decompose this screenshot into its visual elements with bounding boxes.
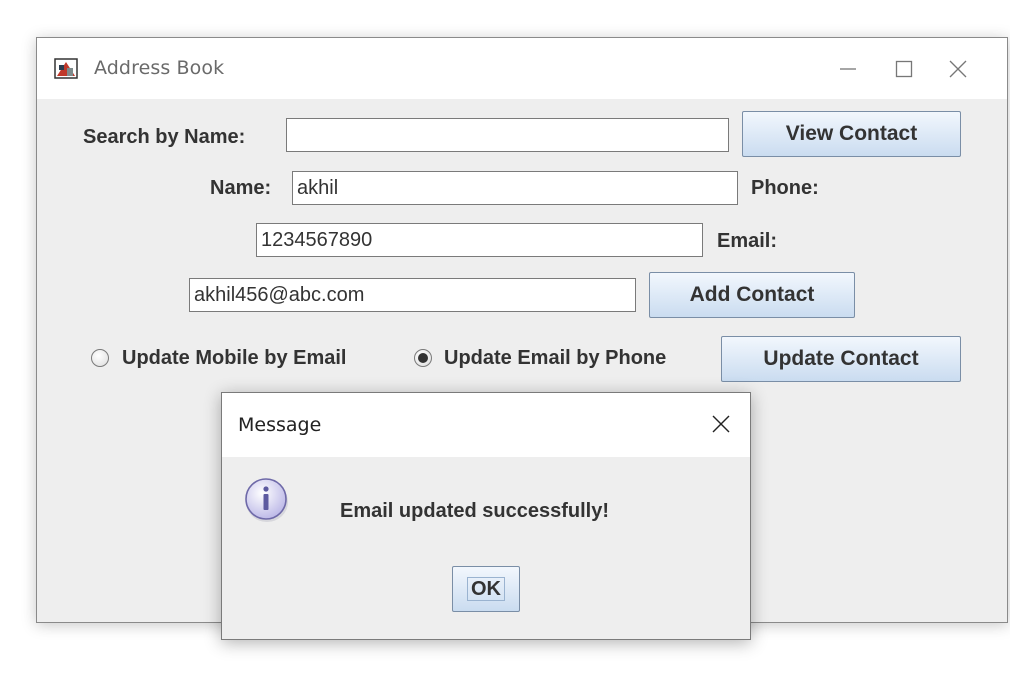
name-field[interactable] (292, 171, 738, 205)
add-contact-button[interactable]: Add Contact (649, 272, 855, 318)
address-book-app-icon (54, 56, 78, 80)
name-label: Name: (210, 177, 272, 199)
ok-button-label: OK (467, 577, 505, 601)
dialog-message: Email updated successfully! (340, 500, 609, 522)
dialog-titlebar[interactable]: Message (222, 393, 750, 457)
update-mobile-radio-label[interactable]: Update Mobile by Email (122, 347, 346, 370)
search-label: Search by Name: (83, 126, 246, 148)
phone-label: Phone: (751, 177, 819, 199)
search-input[interactable] (286, 118, 729, 152)
ok-button[interactable]: OK (452, 566, 520, 612)
info-icon (243, 476, 291, 524)
window-titlebar[interactable]: Address Book (37, 38, 1007, 99)
email-label: Email: (717, 230, 778, 252)
view-contact-button[interactable]: View Contact (742, 111, 961, 157)
email-field[interactable] (189, 278, 636, 312)
update-contact-button[interactable]: Update Contact (721, 336, 961, 382)
update-email-radio-label[interactable]: Update Email by Phone (444, 347, 666, 370)
window-title: Address Book (94, 57, 225, 79)
minimize-icon[interactable] (831, 52, 865, 86)
update-mobile-radio[interactable] (91, 349, 109, 367)
maximize-icon[interactable] (887, 52, 921, 86)
close-icon[interactable] (941, 52, 975, 86)
phone-field[interactable] (256, 223, 703, 257)
update-email-radio[interactable] (414, 349, 432, 367)
dialog-title: Message (238, 414, 322, 436)
dialog-close-icon[interactable] (706, 409, 736, 439)
message-dialog: Message Email updated successfully! OK (221, 392, 751, 640)
